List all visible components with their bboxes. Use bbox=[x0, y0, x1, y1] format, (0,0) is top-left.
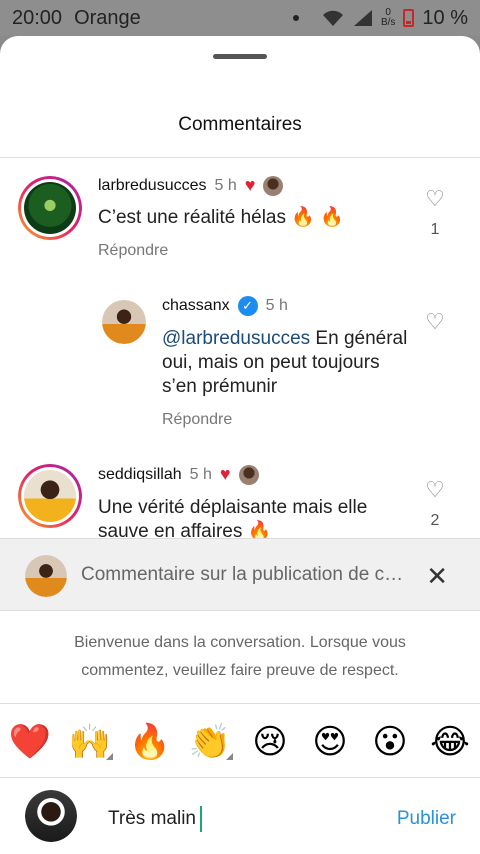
notification-dot-icon bbox=[292, 15, 299, 21]
author-liked-heart-icon: ♥ bbox=[244, 175, 256, 195]
heart-outline-icon[interactable]: ♡ bbox=[420, 187, 450, 211]
network-speed: 0 B/s bbox=[381, 8, 395, 28]
emoji-quick-bar: ❤️ 🙌 🔥 👏 😢 😍 😮 😂 bbox=[0, 722, 480, 762]
comment-meta: seddiqsillah 5 h ♥ bbox=[98, 464, 259, 485]
comment-input-value: Très malin bbox=[108, 808, 196, 829]
comment-meta: larbredusucces 5 h ♥ bbox=[98, 175, 284, 196]
comment-input[interactable]: Très malin bbox=[108, 806, 202, 832]
welcome-message: Bienvenue dans la conversation. Lorsque … bbox=[74, 634, 406, 679]
comment-time: 5 h bbox=[265, 297, 288, 314]
comments-sheet: Commentaires larbredusucces 5 h ♥ C’est … bbox=[0, 36, 480, 854]
emoji-heart[interactable]: ❤️ bbox=[5, 722, 55, 762]
status-time: 20:00 bbox=[12, 6, 63, 29]
text-caret bbox=[199, 806, 202, 832]
sheet-title: Commentaires bbox=[178, 114, 302, 135]
avatar[interactable] bbox=[102, 300, 146, 344]
comment-text: @larbredusucces En général oui, mais on … bbox=[162, 327, 412, 399]
emoji-crying[interactable]: 😢 bbox=[245, 722, 295, 762]
like-count: 2 bbox=[430, 512, 440, 529]
publish-button[interactable]: Publier bbox=[397, 808, 456, 830]
comment-username[interactable]: chassanx bbox=[162, 297, 230, 315]
like-control[interactable]: ♡ 1 bbox=[420, 187, 450, 239]
comment-username[interactable]: seddiqsillah bbox=[98, 466, 182, 484]
drag-handle[interactable] bbox=[213, 54, 267, 59]
status-icons: 0 B/s 10 % bbox=[292, 6, 468, 30]
reply-button[interactable]: Répondre bbox=[98, 242, 168, 260]
verified-badge-icon: ✓ bbox=[237, 296, 258, 316]
like-control[interactable]: ♡ bbox=[420, 310, 450, 334]
status-bar: 20:00 Orange 0 B/s 10 % bbox=[0, 0, 480, 36]
emoji-clap[interactable]: 👏 bbox=[185, 722, 235, 762]
author-liked-heart-icon: ♥ bbox=[219, 464, 231, 484]
reply-button[interactable]: Répondre bbox=[162, 411, 232, 429]
current-user-avatar bbox=[25, 790, 77, 842]
emoji-surprised[interactable]: 😮 bbox=[365, 722, 415, 762]
emoji-laughing[interactable]: 😂 bbox=[425, 722, 475, 762]
divider bbox=[0, 703, 480, 704]
comment-time: 5 h bbox=[189, 465, 212, 483]
comment-time: 5 h bbox=[214, 176, 237, 194]
status-carrier: Orange bbox=[74, 6, 141, 29]
battery-level: 10 % bbox=[422, 6, 468, 29]
speed-unit: B/s bbox=[380, 17, 396, 28]
avatar[interactable] bbox=[18, 176, 82, 240]
divider bbox=[0, 777, 480, 778]
emoji-fire[interactable]: 🔥 bbox=[125, 722, 175, 762]
comment-text: C’est une réalité hélas 🔥 🔥 bbox=[98, 207, 344, 228]
comment-text: Une vérité déplaisante mais elle sauve e… bbox=[98, 497, 368, 542]
author-mini-avatar bbox=[238, 464, 259, 485]
comment-username[interactable]: larbredusucces bbox=[98, 177, 207, 195]
post-author-avatar bbox=[25, 555, 67, 597]
heart-outline-icon[interactable]: ♡ bbox=[420, 478, 450, 502]
heart-outline-icon[interactable]: ♡ bbox=[420, 310, 450, 334]
post-context-bar: Commentaire sur la publication de c… ✕ bbox=[0, 538, 480, 611]
divider bbox=[0, 157, 480, 158]
wifi-icon bbox=[322, 10, 343, 26]
comment-target-label: Commentaire sur la publication de c… bbox=[81, 564, 404, 585]
avatar[interactable] bbox=[18, 464, 82, 528]
author-mini-avatar bbox=[263, 175, 284, 196]
like-control[interactable]: ♡ 2 bbox=[420, 478, 450, 530]
battery-icon bbox=[403, 9, 415, 27]
tree-logo-icon bbox=[24, 182, 76, 234]
mention-link[interactable]: @larbredusucces bbox=[162, 328, 310, 349]
signal-icon bbox=[353, 10, 372, 26]
close-icon[interactable]: ✕ bbox=[426, 561, 448, 592]
emoji-heart-eyes[interactable]: 😍 bbox=[305, 722, 355, 762]
comment-meta: chassanx ✓ 5 h bbox=[162, 296, 288, 316]
like-count: 1 bbox=[430, 221, 440, 238]
emoji-raised-hands[interactable]: 🙌 bbox=[65, 722, 115, 762]
